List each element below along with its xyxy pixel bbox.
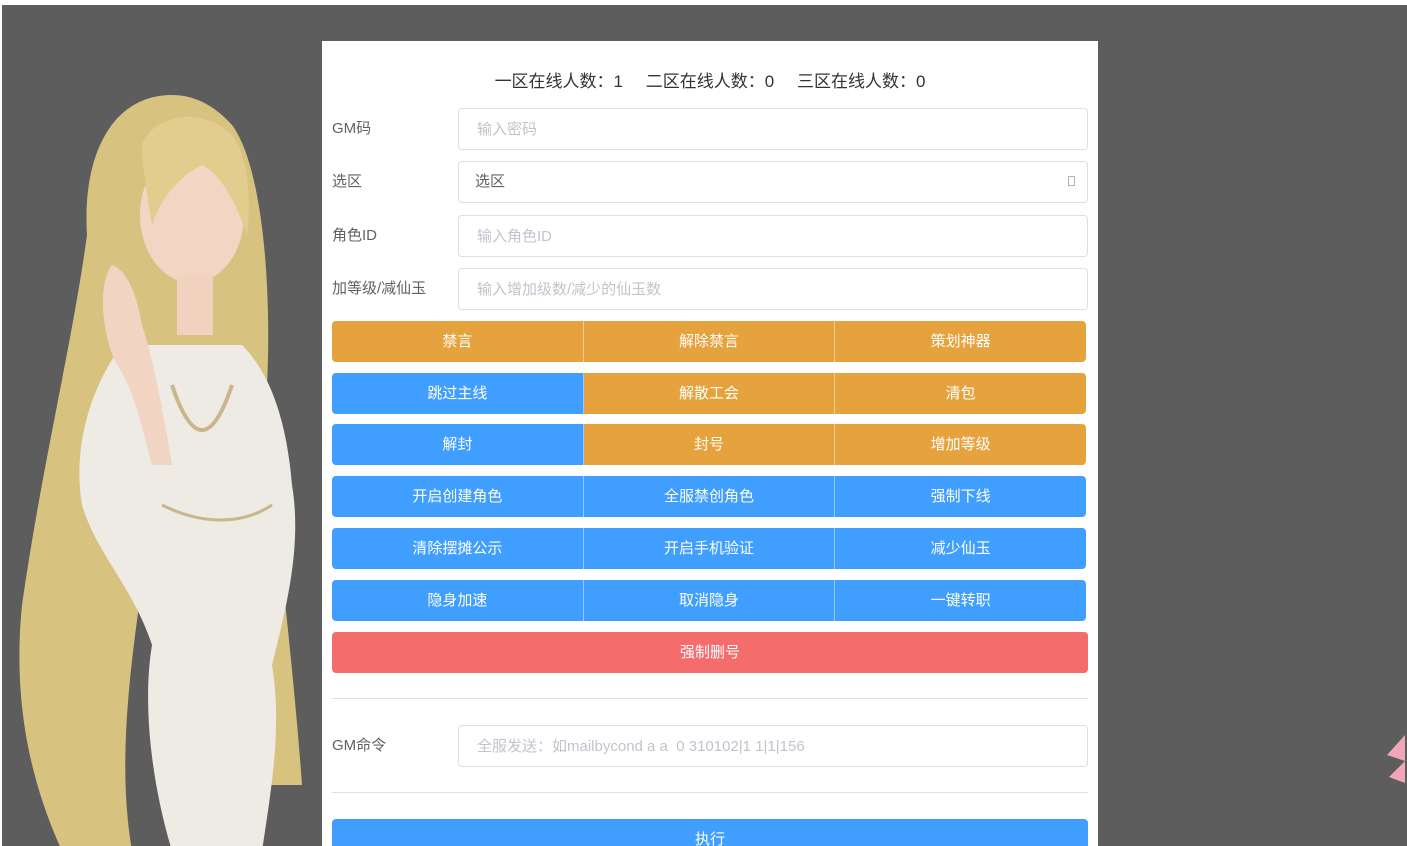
unmute-button[interactable]: 解除禁言 [583, 321, 836, 362]
disband-guild-button[interactable]: 解散工会 [583, 373, 836, 414]
gm-command-label: GM命令 [332, 737, 387, 754]
enable-phone-verify-button[interactable]: 开启手机验证 [583, 528, 836, 569]
gm-command-field [458, 725, 1088, 767]
reduce-jade-button[interactable]: 减少仙玉 [835, 528, 1086, 569]
role-id-label: 角色ID [332, 227, 378, 244]
role-id-row: 角色ID [332, 215, 1088, 257]
gm-code-label: GM码 [332, 120, 372, 137]
button-row-1: 禁言 解除禁言 策划神器 [332, 321, 1086, 362]
gm-panel: 一区在线人数：1 二区在线人数：0 三区在线人数：0 GM码 选区 选区 角色I… [322, 41, 1098, 846]
divider-top [332, 698, 1088, 699]
button-row-4: 开启创建角色 全服禁创角色 强制下线 [332, 476, 1086, 517]
zone3-online: 三区在线人数：0 [796, 72, 926, 91]
level-jade-field [458, 268, 1088, 310]
clear-stall-notice-button[interactable]: 清除摆摊公示 [332, 528, 584, 569]
execute-button[interactable]: 执行 [332, 819, 1088, 846]
gm-command-row: GM命令 [332, 725, 1088, 767]
level-jade-input[interactable] [475, 269, 1079, 309]
add-level-button[interactable]: 增加等级 [835, 424, 1086, 465]
zone-select-value: 选区 [475, 173, 506, 190]
button-row-2: 跳过主线 解散工会 清包 [332, 373, 1086, 414]
unban-button[interactable]: 解封 [332, 424, 584, 465]
character-artwork [19, 95, 302, 846]
online-counts: 一区在线人数：1 二区在线人数：0 三区在线人数：0 [322, 67, 1098, 92]
zone-row: 选区 选区 [332, 161, 1088, 203]
zone-label: 选区 [332, 173, 363, 190]
role-id-input[interactable] [475, 216, 1079, 256]
disable-create-role-button[interactable]: 全服禁创角色 [583, 476, 836, 517]
gm-code-field [458, 108, 1088, 150]
gm-code-input[interactable] [475, 109, 1079, 149]
skip-mainline-button[interactable]: 跳过主线 [332, 373, 584, 414]
level-jade-row: 加等级/减仙玉 [332, 268, 1088, 310]
force-delete-account-button[interactable]: 强制删号 [332, 632, 1088, 673]
one-click-job-change-button[interactable]: 一键转职 [835, 580, 1086, 621]
divider-bottom [332, 792, 1088, 793]
flower-decoration [1387, 735, 1405, 783]
gm-command-input[interactable] [475, 726, 1079, 766]
dropdown-icon [1068, 176, 1075, 186]
button-row-7: 强制删号 [332, 632, 1088, 673]
cancel-stealth-button[interactable]: 取消隐身 [583, 580, 836, 621]
execute-row: 执行 [332, 819, 1088, 846]
clear-bag-button[interactable]: 清包 [835, 373, 1086, 414]
button-row-5: 清除摆摊公示 开启手机验证 减少仙玉 [332, 528, 1086, 569]
enable-create-role-button[interactable]: 开启创建角色 [332, 476, 584, 517]
zone-select[interactable]: 选区 [458, 161, 1088, 203]
role-id-field [458, 215, 1088, 257]
stealth-speed-button[interactable]: 隐身加速 [332, 580, 584, 621]
level-jade-label: 加等级/减仙玉 [332, 280, 427, 297]
button-row-3: 解封 封号 增加等级 [332, 424, 1086, 465]
gm-code-row: GM码 [332, 108, 1088, 150]
button-row-6: 隐身加速 取消隐身 一键转职 [332, 580, 1086, 621]
zone1-online: 一区在线人数：1 [494, 72, 624, 91]
mute-button[interactable]: 禁言 [332, 321, 584, 362]
designer-artifact-button[interactable]: 策划神器 [835, 321, 1086, 362]
force-offline-button[interactable]: 强制下线 [835, 476, 1086, 517]
zone2-online: 二区在线人数：0 [645, 72, 775, 91]
ban-button[interactable]: 封号 [583, 424, 836, 465]
